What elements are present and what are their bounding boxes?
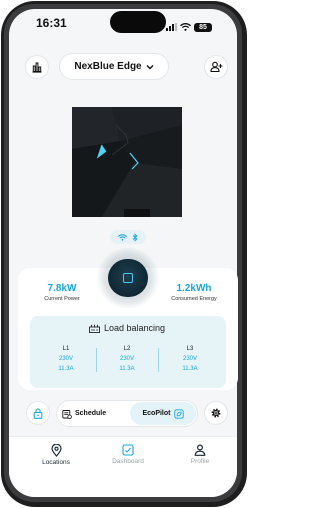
- load-balancing-header: Load balancing: [89, 323, 165, 333]
- phase-l3: L3 230V 11.3A: [170, 344, 210, 374]
- phase-voltage: 230V: [58, 356, 73, 362]
- consumed-energy-stat: 1.2kWh Consumed Energy: [156, 283, 232, 302]
- current-power-stat: 7.8kW Current Power: [24, 283, 100, 302]
- current-power-label: Current Power: [44, 296, 80, 302]
- stop-icon: [123, 273, 133, 283]
- device-selector[interactable]: NexBlue Edge: [59, 53, 169, 80]
- device-name: NexBlue Edge: [74, 61, 142, 72]
- consumed-energy-label: Consumed Energy: [171, 296, 217, 302]
- lock-icon: [33, 407, 43, 419]
- phase-l2: L2 230V 11.3A: [107, 344, 147, 374]
- schedule-icon: [62, 409, 72, 419]
- load-balancing-title: Load balancing: [104, 323, 166, 333]
- phase-name: L2: [123, 346, 131, 352]
- phase-voltage: 230V: [182, 356, 197, 362]
- dynamic-island: [110, 11, 166, 33]
- nav-label: Profile: [190, 458, 210, 465]
- bar-chart-icon: [32, 62, 42, 73]
- schedule-label: Schedule: [75, 410, 107, 417]
- add-user-icon: [209, 61, 222, 73]
- stop-charging-button[interactable]: [108, 259, 148, 297]
- gear-icon: [211, 408, 221, 418]
- nav-profile[interactable]: Profile: [175, 444, 225, 465]
- stats-button[interactable]: [25, 55, 49, 79]
- dashboard-icon: [122, 444, 134, 456]
- phase-name: L3: [186, 346, 194, 352]
- wifi-status-icon: [180, 18, 191, 36]
- status-icons: 85: [166, 18, 212, 36]
- bluetooth-icon: [132, 232, 138, 242]
- location-pin-icon: [50, 444, 62, 457]
- phase-divider: [158, 348, 159, 372]
- phase-l1: L1 230V 11.3A: [46, 344, 86, 374]
- nav-locations[interactable]: Locations: [31, 444, 81, 466]
- phase-divider: [96, 348, 97, 372]
- phase-current: 11.3A: [119, 366, 135, 372]
- schedule-button[interactable]: Schedule: [62, 404, 106, 423]
- chevron-down-icon: [146, 64, 154, 69]
- phase-name: L1: [62, 346, 70, 352]
- nav-label: Locations: [42, 459, 70, 466]
- ecopilot-label: EcoPilot: [142, 410, 171, 417]
- wifi-icon: [118, 233, 127, 241]
- load-balancing-icon: [89, 324, 100, 333]
- phase-current: 11.3A: [182, 366, 198, 372]
- nav-label: Dashboard: [112, 458, 144, 465]
- phase-current: 11.3A: [58, 366, 74, 372]
- consumed-energy-value: 1.2kWh: [176, 283, 212, 294]
- add-user-button[interactable]: [204, 55, 228, 79]
- ecopilot-icon: [173, 408, 184, 419]
- current-power-value: 7.8kW: [47, 283, 77, 294]
- connectivity-indicator: [110, 230, 146, 244]
- charger-image: [72, 107, 182, 217]
- profile-icon: [194, 444, 206, 456]
- lock-button[interactable]: [26, 401, 50, 425]
- status-time: 16:31: [36, 16, 67, 30]
- nav-dashboard[interactable]: Dashboard: [103, 444, 153, 465]
- signal-icon: [166, 23, 177, 31]
- ecopilot-button[interactable]: EcoPilot: [130, 402, 196, 425]
- phase-voltage: 230V: [119, 356, 134, 362]
- settings-button[interactable]: [204, 401, 228, 425]
- battery-icon: 85: [194, 22, 212, 32]
